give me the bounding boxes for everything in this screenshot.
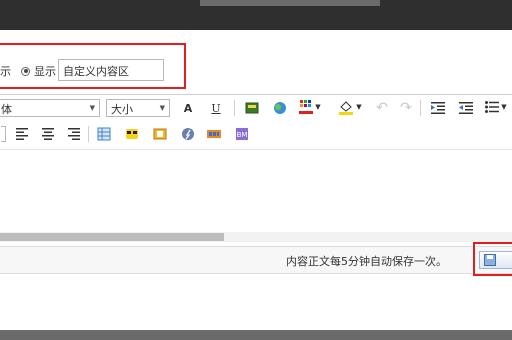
font-family-select[interactable]: 体 ▼ <box>0 99 100 117</box>
color-grid-icon <box>299 100 314 114</box>
visibility-radio-group: 示 显示 <box>0 62 56 80</box>
toolbar-partial-button[interactable] <box>0 126 6 142</box>
align-left-button[interactable] <box>14 126 30 142</box>
toolbar-separator <box>88 126 89 142</box>
editor-content-area[interactable] <box>0 149 512 230</box>
globe-icon <box>274 102 286 114</box>
autosave-notice: 内容正文每5分钟自动保存一次。 <box>286 255 447 268</box>
redo-button[interactable]: ↷ <box>398 100 414 116</box>
font-size-value: 大小 <box>111 103 133 116</box>
font-color-button[interactable]: ▼ <box>296 99 324 115</box>
outdent-icon <box>459 102 473 114</box>
chevron-down-icon: ▼ <box>315 103 321 111</box>
insert-image-button[interactable] <box>244 100 260 116</box>
toolbar-separator <box>234 100 235 116</box>
bullet-list-button[interactable]: ▼ <box>484 99 508 115</box>
partial-button-edge <box>0 126 6 142</box>
highlight-box-save <box>473 242 512 276</box>
chevron-down-icon: ▼ <box>159 104 165 112</box>
insert-link-button[interactable] <box>272 100 288 116</box>
chevron-down-icon: ▼ <box>356 103 362 111</box>
align-center-icon <box>42 128 54 140</box>
underline-icon: U <box>211 101 221 115</box>
horizontal-scrollbar[interactable] <box>0 232 512 242</box>
undo-icon: ↶ <box>376 100 388 116</box>
indent-icon <box>431 102 445 114</box>
chevron-down-icon: ▼ <box>89 104 95 112</box>
rich-text-editor: 体 ▼ 大小 ▼ A U ▼ ▼ ↶ ↷ ▼ BM <box>0 94 512 247</box>
svg-text:BM: BM <box>237 131 248 139</box>
image-icon <box>245 102 259 114</box>
insert-media-button[interactable] <box>152 126 168 142</box>
bottom-dark-bar <box>0 330 512 340</box>
align-left-icon <box>16 128 28 140</box>
bold-icon: A <box>183 101 193 115</box>
outdent-button[interactable] <box>458 100 474 116</box>
show-option-label: 显示 <box>34 65 56 78</box>
bullet-list-icon <box>485 101 500 113</box>
undo-button[interactable]: ↶ <box>374 100 390 116</box>
flash-icon <box>182 128 194 140</box>
map-icon: BM <box>236 128 248 140</box>
film-icon <box>207 130 221 138</box>
insert-flash-button[interactable] <box>180 126 196 142</box>
underline-button[interactable]: U <box>208 100 224 116</box>
align-center-button[interactable] <box>40 126 56 142</box>
chevron-down-icon: ▼ <box>501 103 507 111</box>
insert-table-button[interactable] <box>96 126 112 142</box>
media-icon <box>153 128 167 140</box>
redo-icon: ↷ <box>400 100 412 116</box>
indent-button[interactable] <box>430 100 446 116</box>
scrollbar-thumb[interactable] <box>0 233 224 241</box>
toolbar-separator <box>420 100 421 116</box>
background-color-button[interactable]: ▼ <box>336 99 364 115</box>
align-right-icon <box>68 128 80 140</box>
table-icon <box>97 127 111 141</box>
editor-status-bar: 内容正文每5分钟自动保存一次。 <box>0 246 512 274</box>
bold-button[interactable]: A <box>180 100 196 116</box>
top-image-strip <box>200 0 380 6</box>
hide-option-label: 示 <box>0 65 11 78</box>
font-size-select[interactable]: 大小 ▼ <box>106 99 170 117</box>
insert-emoticon-button[interactable] <box>124 126 140 142</box>
sunglasses-icon <box>126 129 138 139</box>
font-family-value: 体 <box>1 103 12 116</box>
paint-bucket-icon <box>339 101 354 115</box>
show-radio[interactable] <box>21 66 30 76</box>
insert-video-button[interactable] <box>206 126 222 142</box>
insert-map-button[interactable]: BM <box>234 126 250 142</box>
custom-content-input[interactable]: 自定义内容区 <box>58 59 164 81</box>
align-right-button[interactable] <box>66 126 82 142</box>
